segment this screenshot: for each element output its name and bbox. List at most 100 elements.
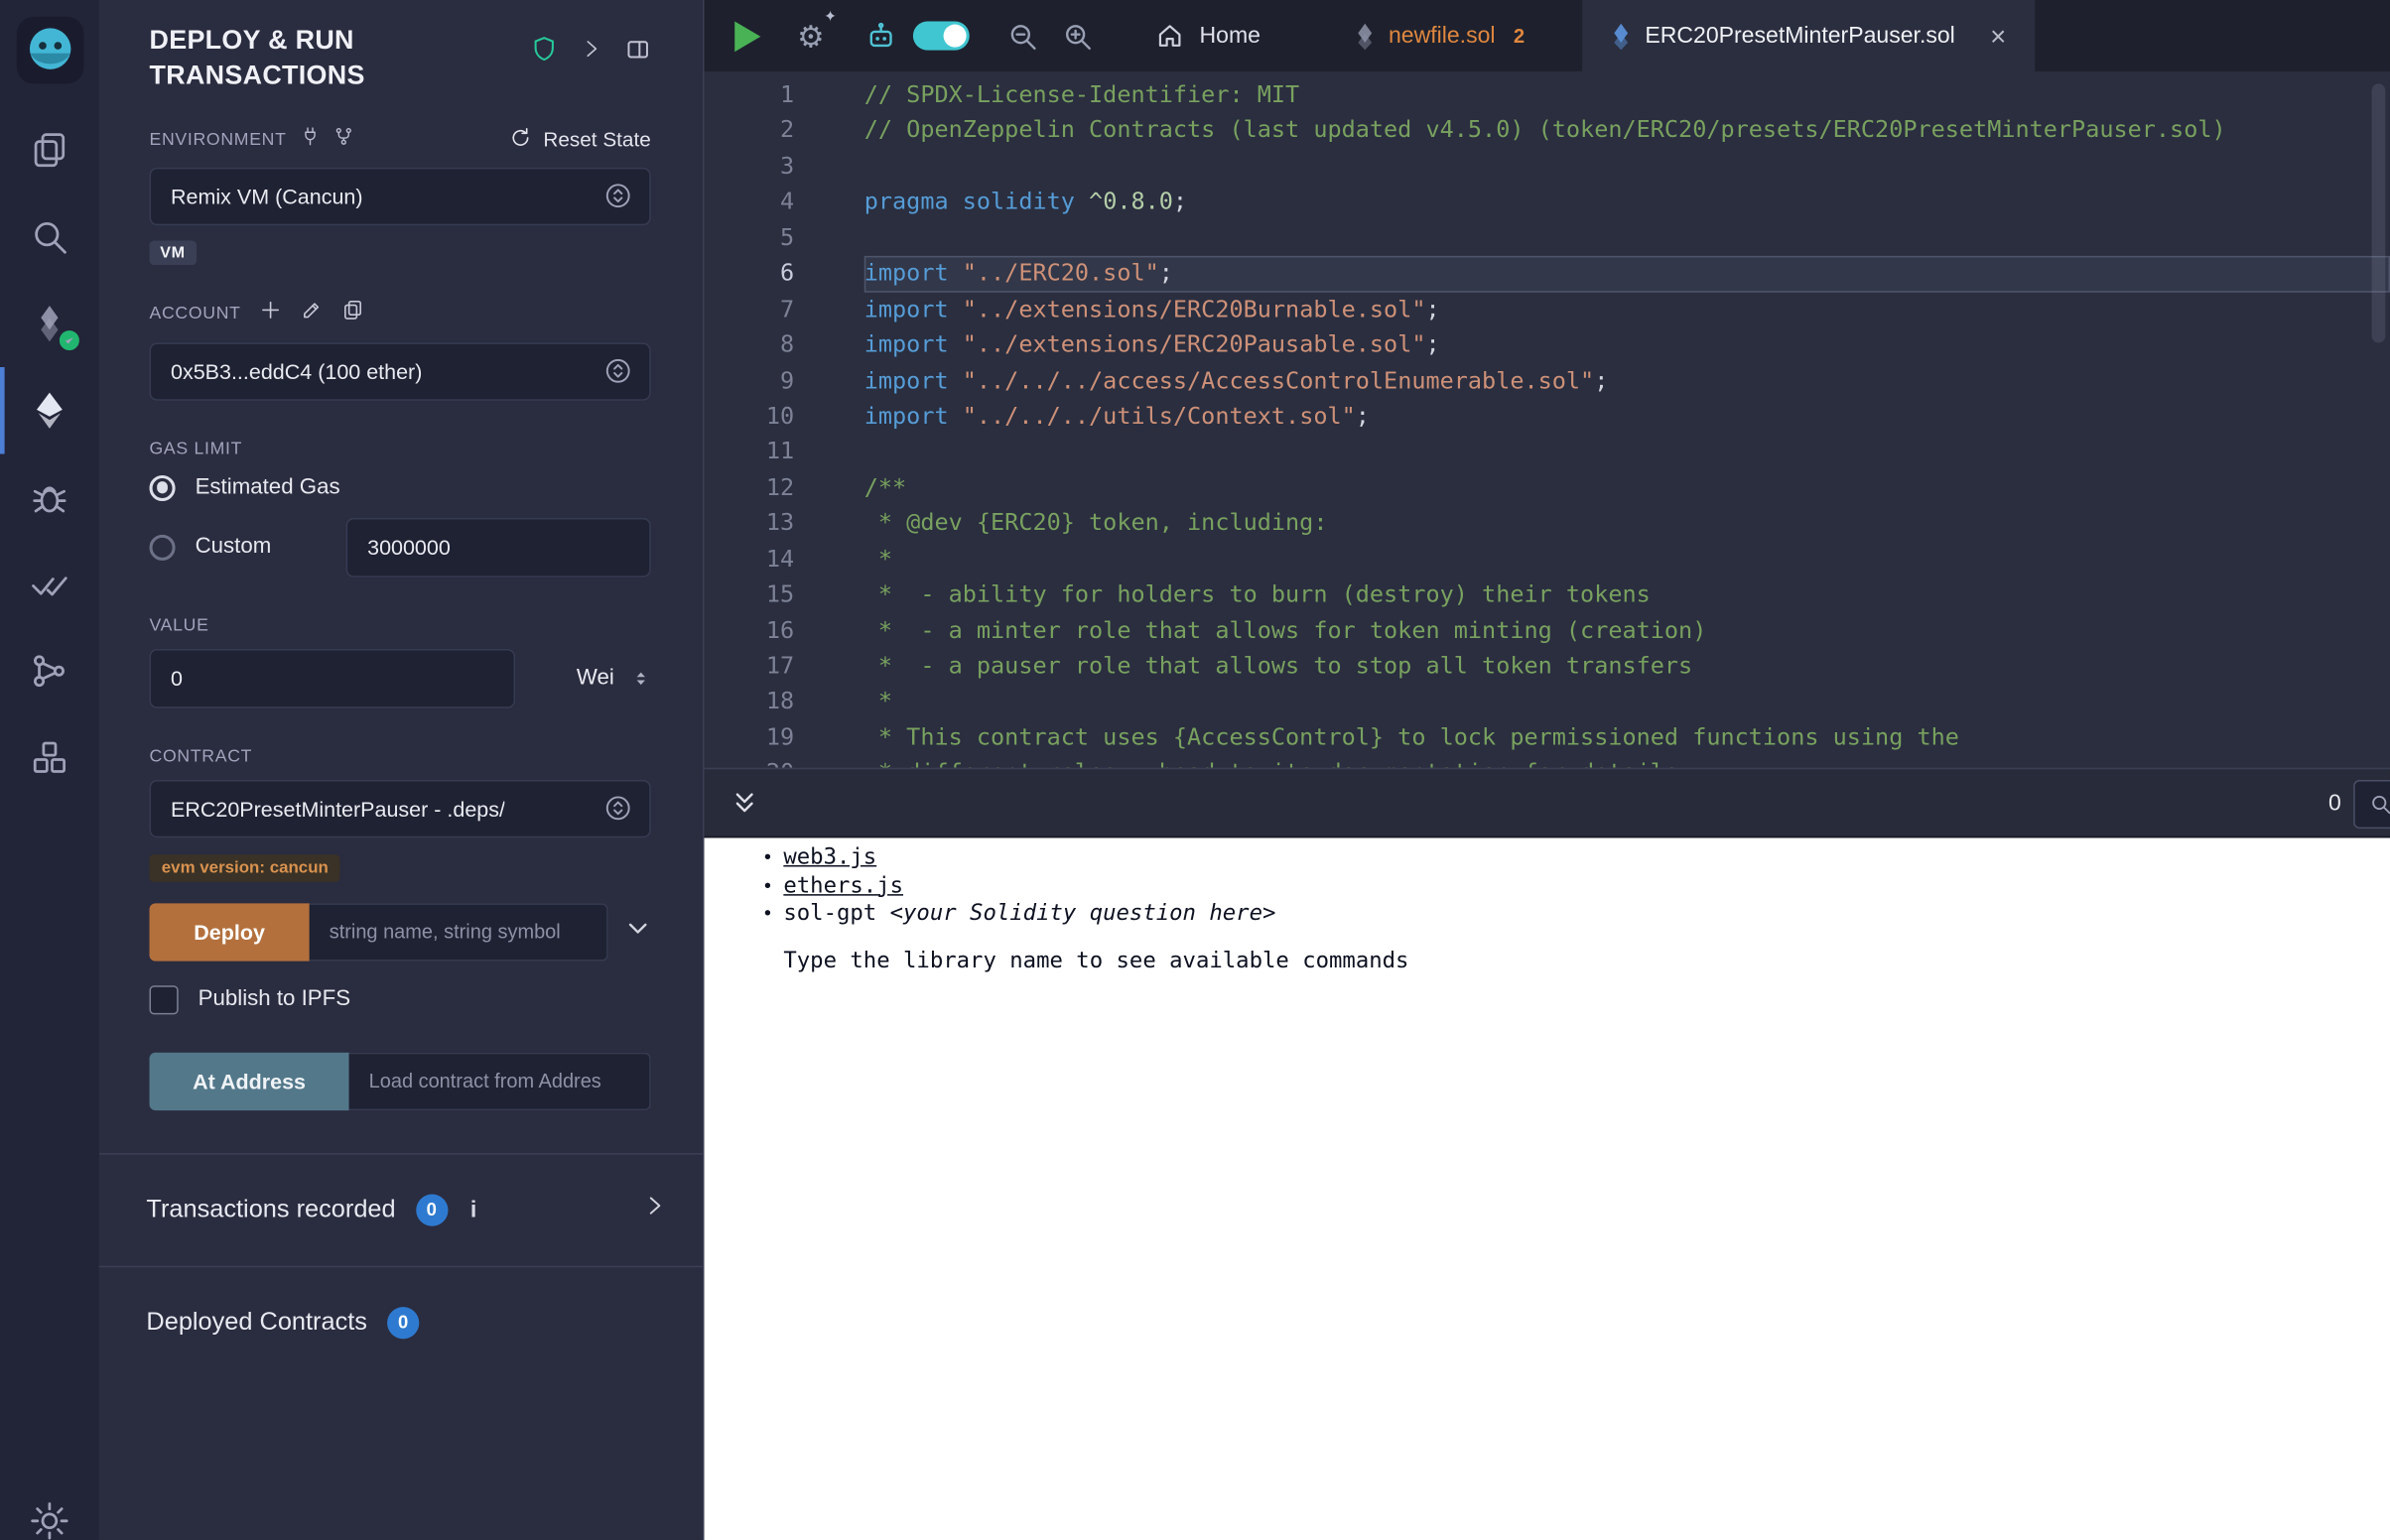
constructor-args-input[interactable] bbox=[310, 903, 608, 961]
code-line[interactable] bbox=[864, 435, 2390, 470]
unit-testing-icon[interactable] bbox=[0, 541, 99, 628]
solidity-compiler-icon[interactable] bbox=[0, 280, 99, 367]
select-arrows-icon bbox=[603, 794, 632, 823]
terminal-output[interactable]: •web3.js•ethers.js•sol-gpt <your Solidit… bbox=[704, 837, 2389, 1540]
edit-account-icon[interactable] bbox=[301, 298, 324, 328]
editor-tabbar: ⚙✦ Home newfile.sol 2 bbox=[704, 0, 2389, 71]
plug-icon[interactable] bbox=[300, 126, 320, 154]
code-line[interactable]: * This contract uses {AccessControl} to … bbox=[864, 720, 2390, 756]
zoom-in-icon[interactable] bbox=[1061, 19, 1095, 53]
compile-success-badge bbox=[57, 327, 82, 353]
expand-transactions-icon[interactable] bbox=[643, 1195, 666, 1225]
tab-erc20presetminterpauser[interactable]: ERC20PresetMinterPauser.sol × bbox=[1582, 0, 2035, 71]
terminal-line: Type the library name to see available c… bbox=[762, 948, 2390, 976]
fork-icon[interactable] bbox=[333, 126, 353, 154]
custom-gas-input[interactable] bbox=[346, 517, 651, 577]
line-number: 5 bbox=[704, 220, 794, 256]
code-line[interactable]: // SPDX-License-Identifier: MIT bbox=[864, 77, 2390, 113]
remix-logo-icon[interactable] bbox=[15, 15, 85, 85]
publish-ipfs-checkbox[interactable] bbox=[149, 984, 178, 1013]
vm-badge: VM bbox=[149, 240, 196, 265]
settings-icon[interactable] bbox=[0, 1477, 99, 1540]
code-line[interactable]: * bbox=[864, 542, 2390, 578]
contract-select[interactable]: ERC20PresetMinterPauser - .deps/ bbox=[149, 779, 650, 836]
terminal-link[interactable]: ethers.js bbox=[783, 874, 903, 899]
custom-gas-radio[interactable] bbox=[149, 534, 175, 560]
code-line[interactable]: import "../../../utils/Context.sol"; bbox=[864, 399, 2390, 435]
line-number: 18 bbox=[704, 685, 794, 720]
add-account-icon[interactable] bbox=[259, 298, 282, 328]
deployed-contracts-row[interactable]: Deployed Contracts 0 bbox=[99, 1266, 703, 1377]
collapse-terminal-icon[interactable] bbox=[730, 788, 759, 817]
split-view-icon[interactable] bbox=[625, 36, 651, 69]
editor-area: ⚙✦ Home newfile.sol 2 bbox=[704, 0, 2389, 1540]
estimated-gas-label: Estimated Gas bbox=[196, 475, 340, 500]
terminal-line: •web3.js bbox=[762, 843, 2390, 872]
terminal-toolbar: 0 bbox=[704, 768, 2389, 838]
code-line[interactable]: * @dev {ERC20} token, including: bbox=[864, 506, 2390, 542]
ai-copilot-toggle[interactable] bbox=[913, 21, 970, 50]
code-line[interactable]: import "../ERC20.sol"; bbox=[864, 256, 2390, 292]
deployed-contracts-label: Deployed Contracts bbox=[146, 1308, 367, 1337]
file-explorer-icon[interactable] bbox=[0, 106, 99, 193]
deploy-button[interactable]: Deploy bbox=[149, 903, 309, 961]
code-line[interactable]: import "../../../access/AccessControlEnu… bbox=[864, 363, 2390, 399]
remix-ai-icon[interactable] bbox=[864, 19, 898, 53]
close-tab-icon[interactable]: × bbox=[1990, 22, 2006, 50]
expand-deploy-icon[interactable] bbox=[625, 915, 651, 949]
line-number: 12 bbox=[704, 470, 794, 506]
evm-version-badge: evm version: cancun bbox=[149, 853, 340, 881]
git-icon[interactable] bbox=[0, 627, 99, 714]
pin-panel-icon[interactable] bbox=[581, 38, 601, 66]
code-line[interactable]: * bbox=[864, 685, 2390, 720]
line-number: 10 bbox=[704, 399, 794, 435]
code-line[interactable]: // OpenZeppelin Contracts (last updated … bbox=[864, 113, 2390, 149]
run-script-icon[interactable] bbox=[734, 21, 760, 52]
tab-home[interactable]: Home bbox=[1140, 0, 1276, 71]
code-line[interactable]: * - a pauser role that allows to stop al… bbox=[864, 649, 2390, 685]
line-number: 19 bbox=[704, 720, 794, 756]
at-address-input[interactable] bbox=[349, 1052, 651, 1109]
code-line[interactable]: import "../extensions/ERC20Burnable.sol"… bbox=[864, 292, 2390, 327]
script-config-icon[interactable]: ⚙✦ bbox=[797, 21, 825, 52]
code-line[interactable]: * - ability for holders to burn (destroy… bbox=[864, 578, 2390, 613]
code-editor[interactable]: 1234567891011121314151617181920212223242… bbox=[704, 71, 2389, 768]
activity-bar bbox=[0, 0, 99, 1540]
estimated-gas-radio[interactable] bbox=[149, 474, 175, 500]
transactions-recorded-row[interactable]: Transactions recorded 0 i bbox=[99, 1154, 703, 1265]
contract-label: CONTRACT bbox=[99, 747, 703, 765]
terminal-search-icon[interactable] bbox=[2353, 780, 2390, 829]
code-lines[interactable]: // SPDX-License-Identifier: MIT// OpenZe… bbox=[816, 71, 2390, 768]
code-line[interactable]: import "../extensions/ERC20Pausable.sol"… bbox=[864, 327, 2390, 363]
code-line[interactable] bbox=[864, 149, 2390, 185]
copy-account-icon[interactable] bbox=[341, 298, 364, 328]
plugin-manager-icon[interactable] bbox=[0, 714, 99, 802]
line-number: 11 bbox=[704, 435, 794, 470]
value-input[interactable] bbox=[149, 648, 515, 707]
value-unit-select[interactable]: Wei bbox=[577, 666, 651, 691]
terminal-link[interactable]: web3.js bbox=[783, 845, 876, 870]
bullet-icon: • bbox=[762, 901, 783, 930]
reset-icon bbox=[510, 126, 533, 154]
select-arrows-icon bbox=[603, 356, 632, 385]
publish-ipfs-label: Publish to IPFS bbox=[199, 987, 350, 1012]
code-line[interactable]: pragma solidity ^0.8.0; bbox=[864, 185, 2390, 220]
info-icon[interactable]: i bbox=[470, 1197, 476, 1222]
zoom-out-icon[interactable] bbox=[1005, 19, 1039, 53]
reset-state-button[interactable]: Reset State bbox=[510, 126, 651, 154]
code-line[interactable]: * different roles - head to its document… bbox=[864, 756, 2390, 768]
code-line[interactable] bbox=[864, 220, 2390, 256]
line-number: 16 bbox=[704, 613, 794, 649]
deploy-run-icon[interactable] bbox=[0, 367, 99, 454]
at-address-button[interactable]: At Address bbox=[149, 1052, 348, 1109]
environment-select[interactable]: Remix VM (Cancun) bbox=[149, 167, 650, 224]
line-number: 3 bbox=[704, 149, 794, 185]
search-icon[interactable] bbox=[0, 193, 99, 281]
code-line[interactable]: * - a minter role that allows for token … bbox=[864, 613, 2390, 649]
code-line[interactable]: /** bbox=[864, 470, 2390, 506]
account-select[interactable]: 0x5B3...eddC4 (100 ether) bbox=[149, 342, 650, 400]
editor-scrollbar[interactable] bbox=[2372, 83, 2386, 342]
terminal-line: •ethers.js bbox=[762, 872, 2390, 901]
debugger-icon[interactable] bbox=[0, 453, 99, 541]
tab-newfile[interactable]: newfile.sol 2 bbox=[1328, 0, 1552, 71]
